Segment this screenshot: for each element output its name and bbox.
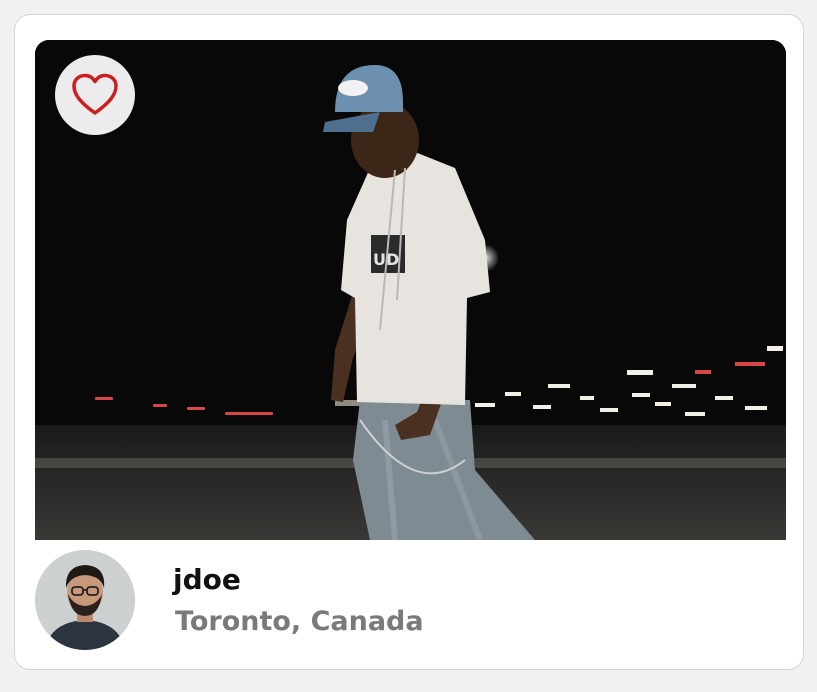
- post-photo[interactable]: UD: [35, 40, 786, 540]
- user-avatar[interactable]: [35, 550, 135, 650]
- avatar-image: [35, 550, 135, 650]
- post-card: UD jdoe Toronto, Canada: [14, 14, 804, 670]
- heart-outline-icon: [72, 73, 118, 115]
- favorite-button[interactable]: [55, 55, 135, 135]
- user-location: Toronto, Canada: [175, 606, 424, 637]
- username[interactable]: jdoe: [173, 563, 241, 597]
- photo-image: UD: [35, 40, 786, 540]
